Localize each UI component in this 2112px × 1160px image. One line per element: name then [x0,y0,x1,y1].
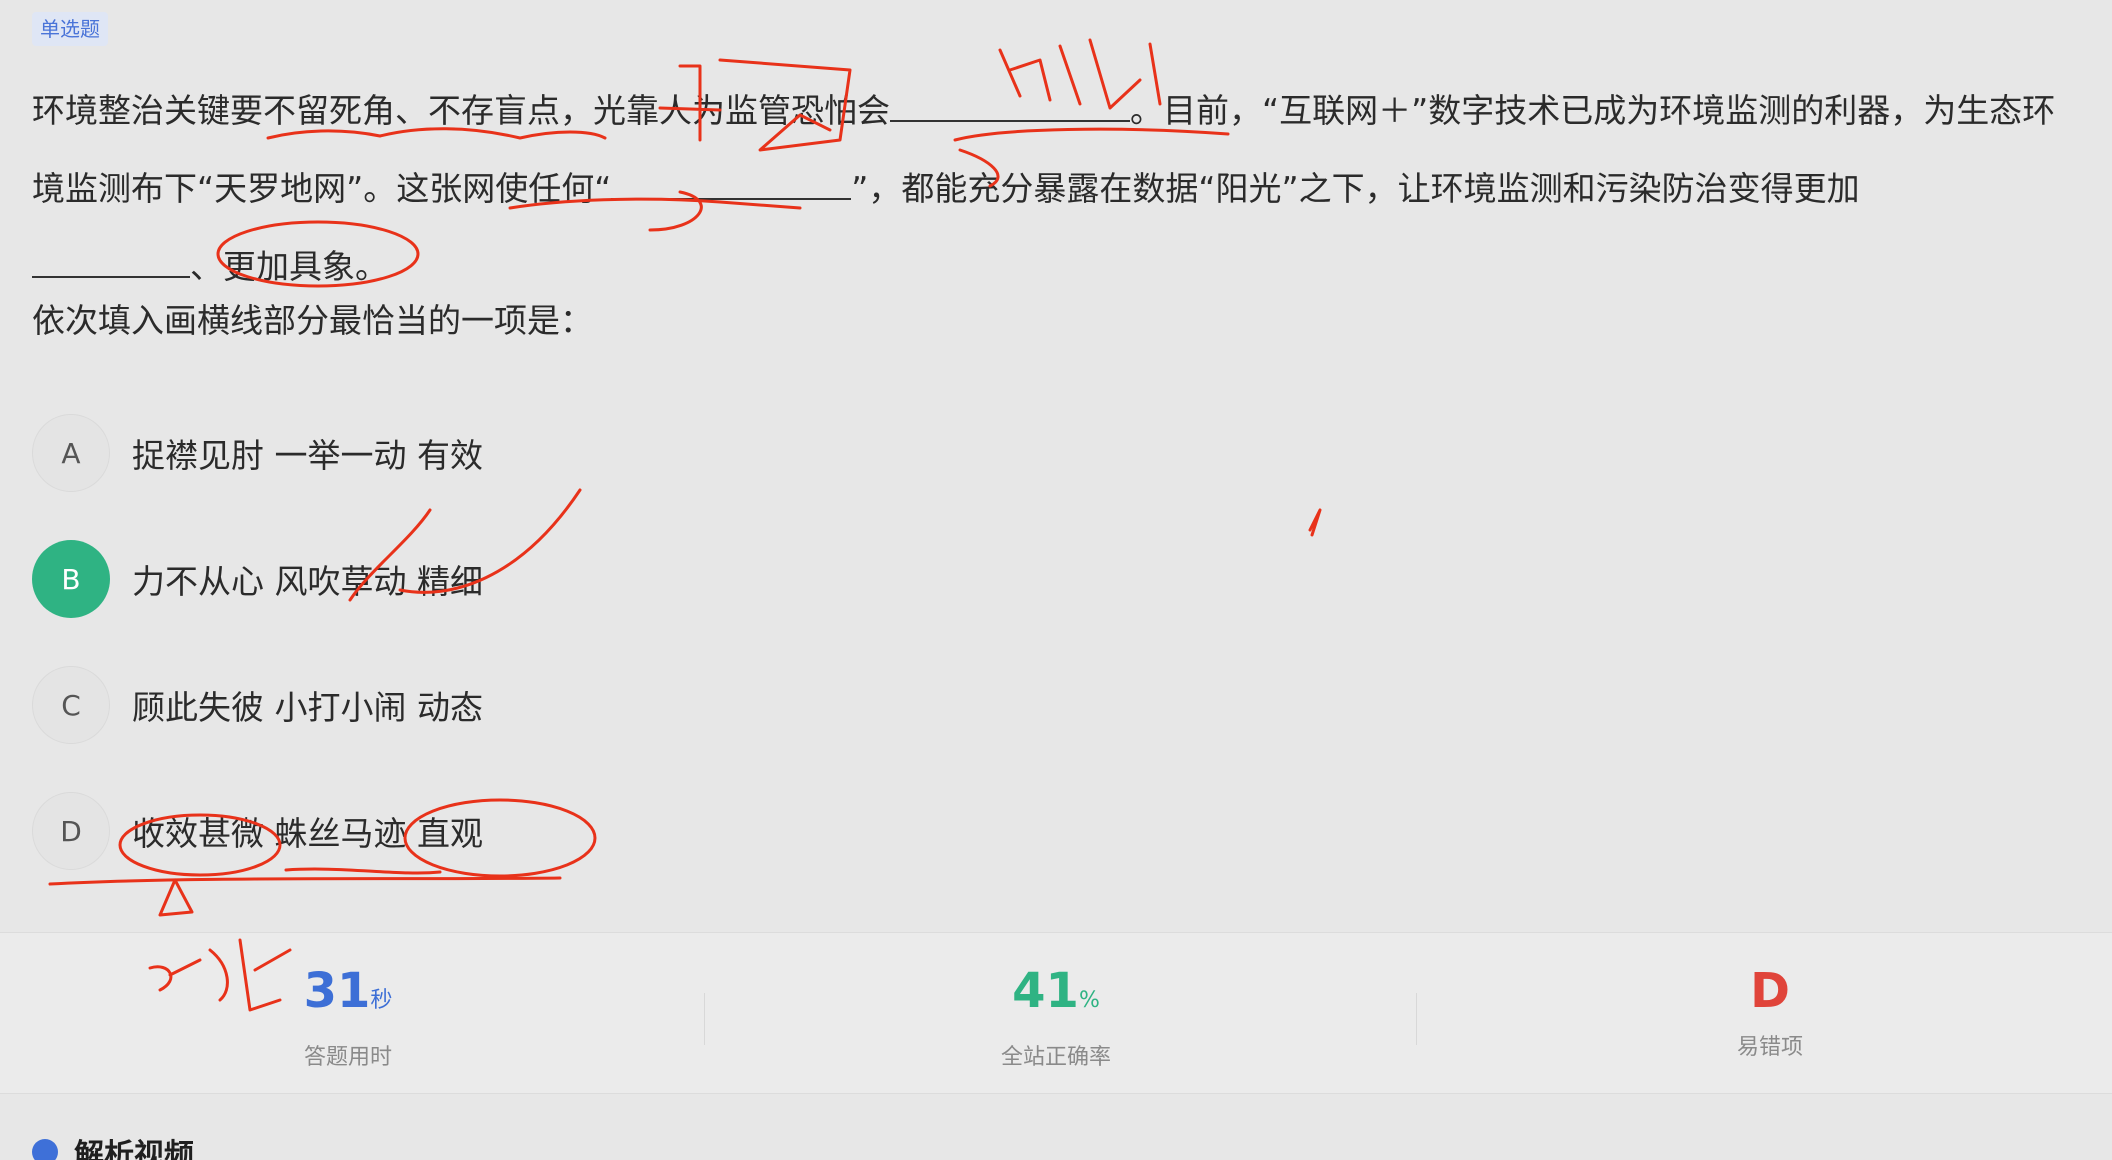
option-d-text[interactable]: 收效甚微 蛛丝马迹 直观 [132,807,483,855]
annotation-tick-2 [1308,508,1322,537]
blank-3 [32,246,190,278]
stats-divider [1416,993,1417,1045]
answer-stats-panel: 31秒 答题用时 41% 全站正确率 D 易错项 [0,932,2112,1094]
stat-answer-time-label: 答题用时 [303,1045,392,1070]
stat-answer-time: 31秒 答题用时 [198,963,498,1071]
question-text-1: 环境整治关键要不留死角、不存盲点，光靠人为监管恐怕会 [32,91,890,130]
stat-accuracy-label: 全站正确率 [1000,1045,1111,1070]
question-text-3: ”，都能充分暴露在数据“阳光”之下，让环境监测和污染防治变得更加 [851,169,1860,208]
blank-2 [611,168,852,200]
question-text-4: 、更加具象。 [190,247,388,286]
option-b-text[interactable]: 力不从心 风吹草动 精细 [132,555,483,603]
play-icon [32,1139,58,1160]
stat-common-error-value: D [1750,963,1790,1019]
question-stem: 环境整治关键要不留死角、不存盲点，光靠人为监管恐怕会 。目前，“互联网＋”数字技术… [32,72,2082,306]
option-a[interactable]: A 捉襟见肘 一举一动 有效 [32,413,483,493]
stat-answer-time-value: 31秒 [303,963,393,1019]
question-type-tag: 单选题 [32,12,108,46]
annotation-underline-4 [48,867,562,886]
option-c-text[interactable]: 顾此失彼 小打小闹 动态 [132,681,483,729]
option-d-letter[interactable]: D [32,792,110,870]
stat-accuracy: 41% 全站正确率 [906,963,1206,1071]
option-a-text[interactable]: 捉襟见肘 一举一动 有效 [132,429,483,477]
stat-common-error-label: 易错项 [1736,1035,1803,1060]
stat-common-error: D 易错项 [1620,963,1920,1061]
option-a-letter[interactable]: A [32,414,110,492]
annotation-triangle [158,878,194,917]
option-b-letter[interactable]: B [32,540,110,618]
option-d[interactable]: D 收效甚微 蛛丝马迹 直观 [32,791,483,871]
question-page: 单选题 环境整治关键要不留死角、不存盲点，光靠人为监管恐怕会 。目前，“互联网＋”… [0,0,2112,1160]
blank-1 [890,90,1130,122]
question-prompt: 依次填入画横线部分最恰当的一项是： [32,301,593,340]
analysis-video-header[interactable]: 解析视频 [32,1130,194,1160]
option-b[interactable]: B 力不从心 风吹草动 精细 [32,539,483,619]
option-c[interactable]: C 顾此失彼 小打小闹 动态 [32,665,483,745]
analysis-video-title: 解析视频 [74,1138,194,1160]
stats-divider [704,993,705,1045]
stat-answer-time-unit: 秒 [370,988,393,1013]
option-c-letter[interactable]: C [32,666,110,744]
stat-accuracy-unit: % [1078,988,1100,1013]
stat-accuracy-value: 41% [1012,963,1100,1019]
